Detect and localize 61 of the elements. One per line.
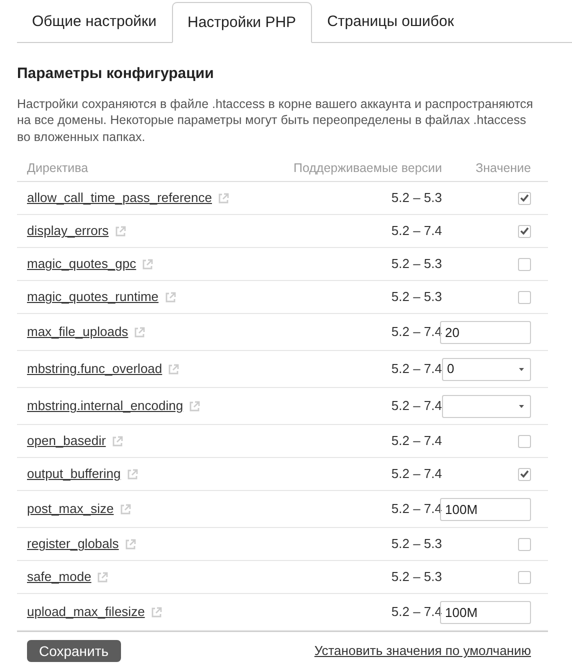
directive-link[interactable]: magic_quotes_gpc [27, 254, 136, 274]
version-range: 5.2 – 5.3 [390, 288, 442, 306]
directive-link[interactable]: output_buffering [27, 464, 121, 484]
dropdown[interactable]: 0 [442, 358, 531, 380]
tab[interactable]: Страницы ошибок [312, 2, 469, 42]
checkbox[interactable] [518, 290, 531, 304]
directive-link[interactable]: display_errors [27, 221, 109, 241]
external-link-icon [218, 192, 229, 204]
description-text: Настройки сохраняются в файле .htaccess в корне вашего аккаунта и распространяются на все домены. Некоторые параметры могут быть переопределены в файлах .htaccess во вложенных папках. [17, 96, 534, 145]
external-link-icon [126, 468, 138, 480]
checkbox[interactable] [518, 570, 531, 584]
external-link-icon [189, 400, 200, 412]
version-range: 5.2 – 5.3 [390, 535, 442, 554]
column-header: Директива [26, 160, 90, 178]
version-range: 5.2 – 5.3 [390, 189, 442, 208]
caret-icon [519, 404, 524, 408]
tab[interactable]: Общие настройки [17, 2, 172, 42]
version-range: 5.2 – 7.4 [390, 397, 442, 416]
directive-link[interactable]: allow_call_time_pass_reference [27, 188, 212, 208]
directive-link[interactable]: magic_quotes_runtime [27, 287, 159, 307]
directive-link[interactable]: open_basedir [27, 431, 106, 451]
directive-link[interactable]: upload_max_filesize [27, 602, 145, 622]
tab[interactable]: Настройки PHP [172, 2, 312, 43]
external-link-icon [114, 226, 126, 236]
directive-link[interactable]: max_file_uploads [27, 322, 128, 342]
external-link-icon [97, 572, 108, 582]
directive-link[interactable]: register_globals [27, 534, 119, 554]
checkbox[interactable] [518, 192, 531, 204]
external-link-icon [164, 292, 176, 302]
version-range: 5.2 – 5.3 [390, 255, 442, 274]
column-header: Поддерживаемые версии [292, 160, 442, 178]
dropdown[interactable] [442, 394, 531, 418]
save-button[interactable]: Сохранить [27, 640, 121, 662]
checkbox[interactable] [518, 538, 531, 550]
external-link-icon [142, 258, 154, 270]
input-field[interactable]: 20 [440, 320, 531, 344]
external-link-icon [120, 504, 131, 514]
checkbox[interactable] [518, 468, 531, 480]
reset-defaults-link[interactable]: Установить значения по умолчанию [314, 641, 531, 661]
directive-link[interactable]: post_max_size [27, 499, 114, 519]
external-link-icon [168, 364, 180, 374]
input-field[interactable]: 100M [440, 600, 531, 624]
directive-link[interactable]: mbstring.internal_encoding [27, 396, 184, 416]
caret-icon [519, 368, 524, 370]
directive-link[interactable]: mbstring.func_overload [27, 359, 162, 379]
version-range: 5.2 – 5.3 [390, 568, 442, 586]
directive-link[interactable]: safe_mode [27, 567, 92, 587]
checkbox[interactable] [518, 224, 531, 238]
checkbox[interactable] [518, 258, 531, 270]
external-link-icon [124, 538, 136, 550]
external-link-icon [112, 436, 123, 446]
input-field[interactable]: 100M [440, 498, 531, 520]
column-header: Значение [474, 160, 532, 178]
section-heading: Параметры конфигурации [17, 64, 215, 84]
external-link-icon [134, 326, 146, 338]
checkbox[interactable] [518, 434, 531, 448]
version-range: 5.2 – 7.4 [390, 465, 442, 484]
version-range: 5.2 – 7.4 [390, 432, 442, 450]
external-link-icon [150, 606, 162, 618]
version-range: 5.2 – 7.4 [390, 360, 442, 378]
version-range: 5.2 – 7.4 [390, 222, 442, 240]
